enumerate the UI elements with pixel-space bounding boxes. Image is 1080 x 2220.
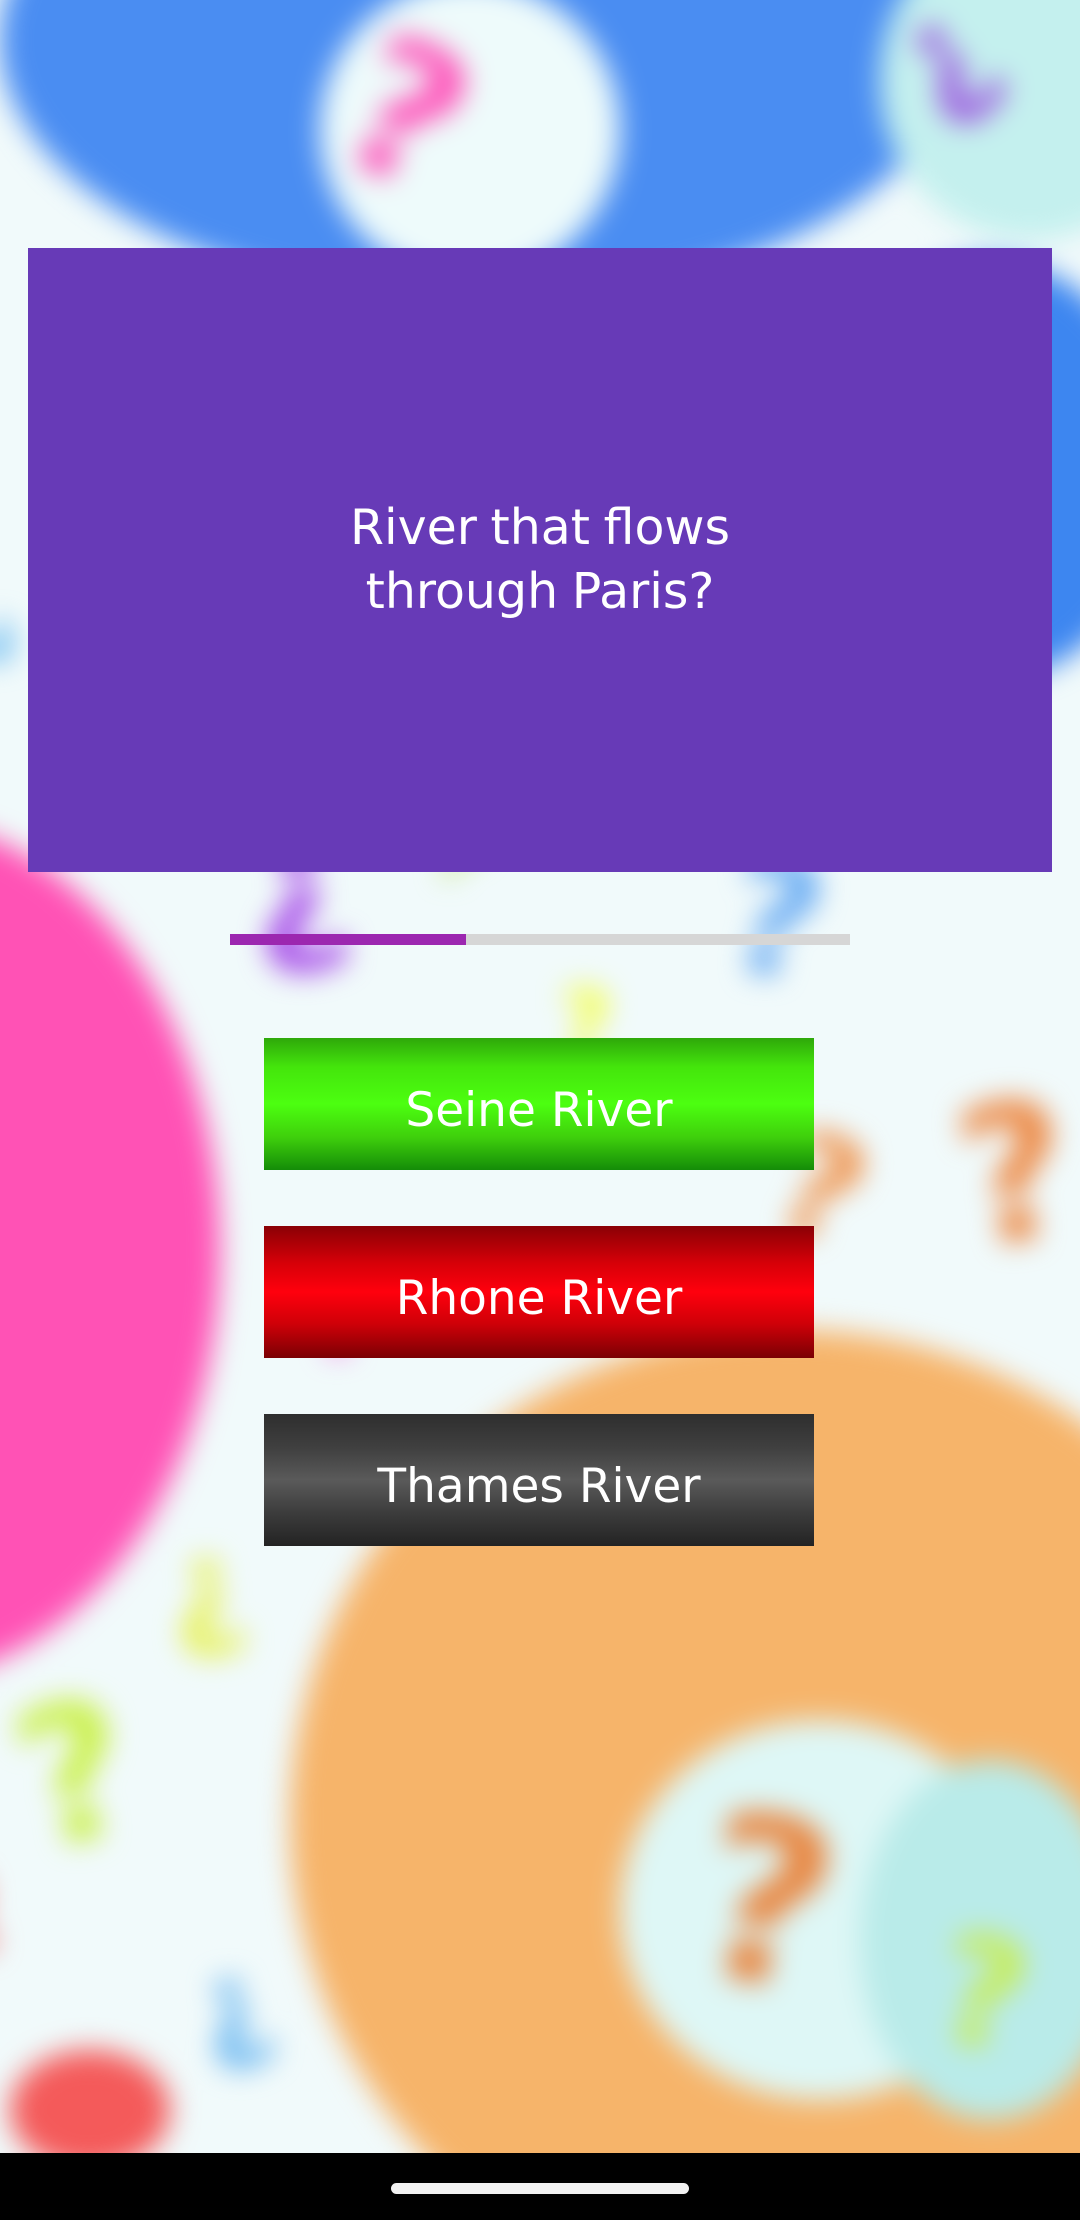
home-gesture-handle[interactable]: [391, 2183, 689, 2194]
question-mark-icon: ?: [0, 610, 33, 680]
answer-label: Thames River: [377, 1458, 701, 1514]
question-card: River that flows through Paris?: [28, 248, 1052, 872]
answer-button-rhone[interactable]: Rhone River: [264, 1226, 814, 1358]
question-mark-icon: ?: [941, 1056, 1080, 1293]
quiz-progress-fill: [230, 934, 466, 945]
answer-label: Seine River: [405, 1082, 673, 1138]
question-mark-icon: ?: [157, 1523, 259, 1687]
quiz-progress-bar: [230, 934, 850, 945]
answer-button-thames[interactable]: Thames River: [264, 1414, 814, 1546]
red-blob: [10, 2050, 170, 2153]
question-mark-icon: ?: [0, 1843, 32, 1987]
question-mark-icon: ?: [178, 1943, 292, 2098]
question-text: River that flows through Paris?: [349, 499, 731, 620]
answer-label: Rhone River: [395, 1270, 683, 1326]
system-navigation-bar: [0, 2153, 1080, 2220]
question-mark-icon: ?: [0, 1653, 157, 1896]
answer-button-seine[interactable]: Seine River: [264, 1038, 814, 1170]
